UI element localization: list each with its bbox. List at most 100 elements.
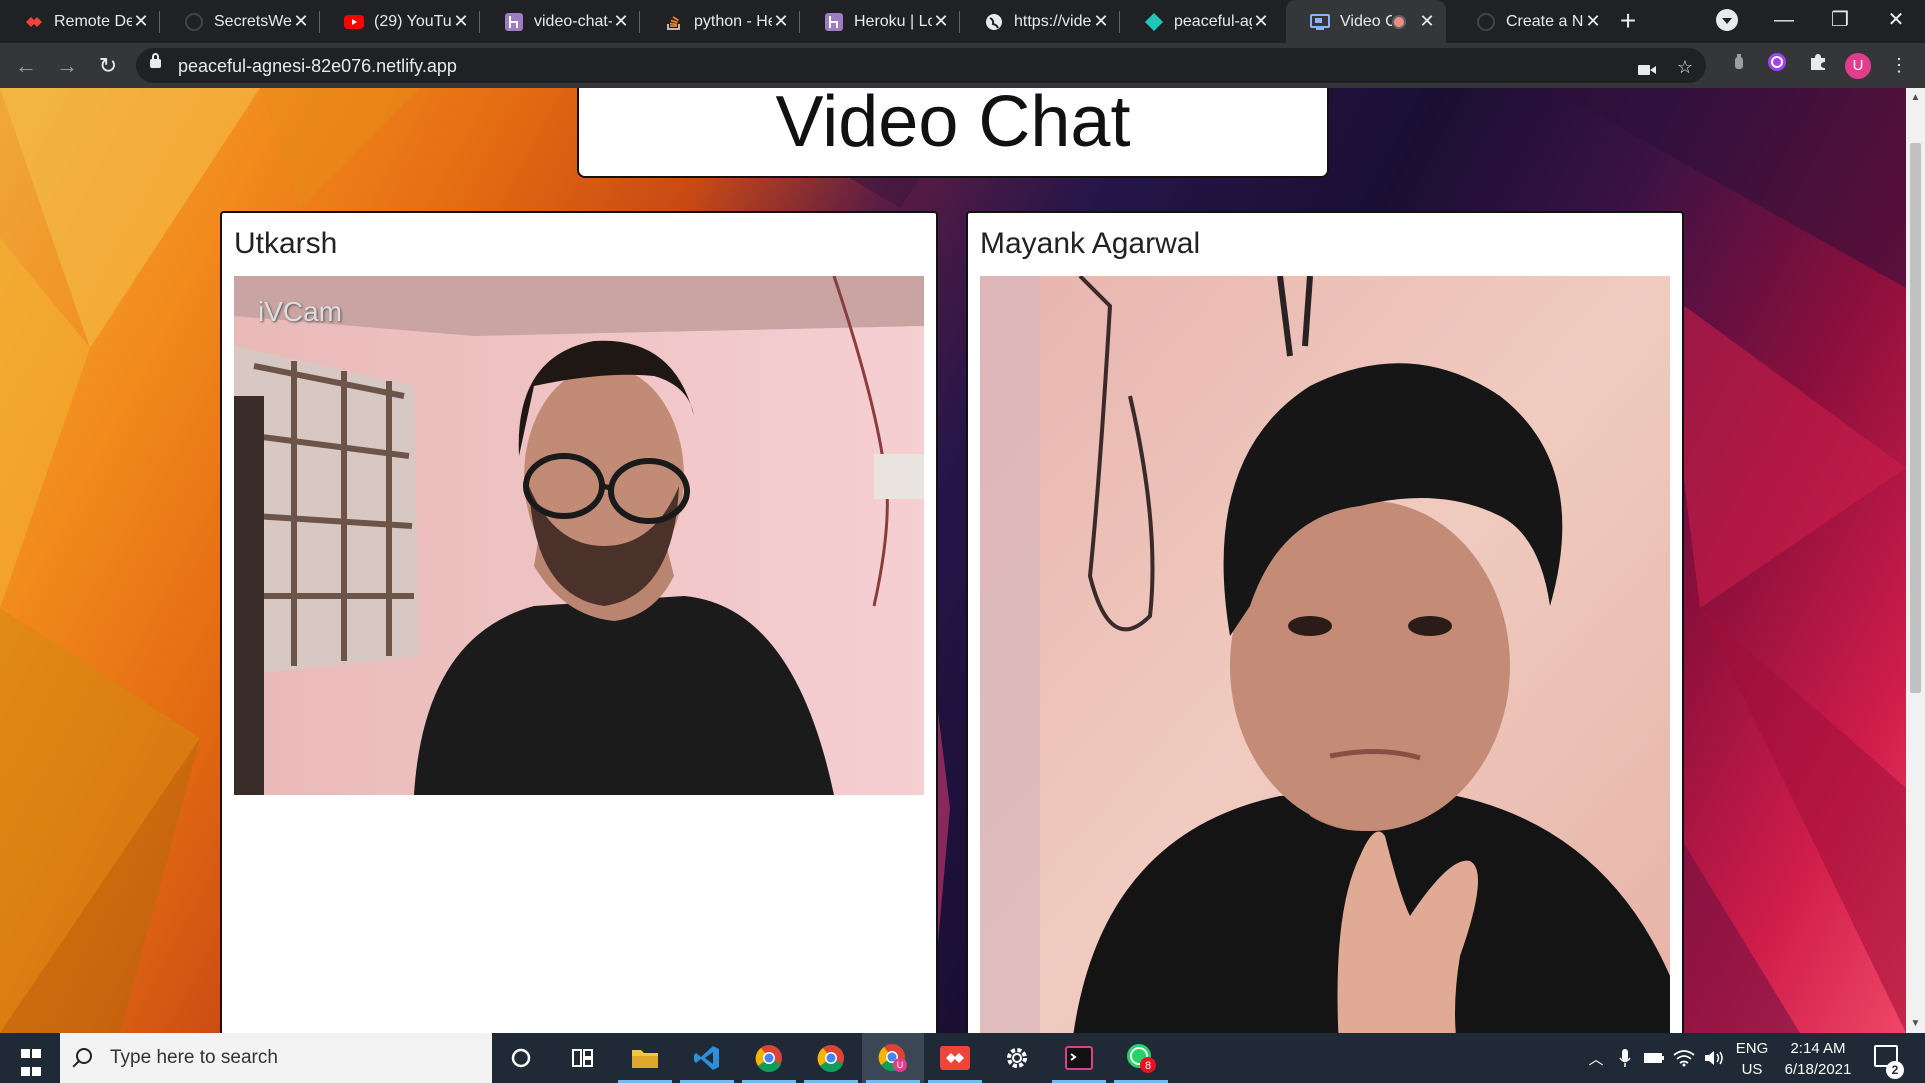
tab-netlify[interactable]: peaceful-ag ✕	[1120, 0, 1280, 43]
address-bar[interactable]: peaceful-agnesi-82e076.netlify.app ☆	[136, 48, 1706, 83]
github-icon	[184, 12, 204, 32]
globe-icon	[984, 12, 1004, 32]
close-icon[interactable]: ✕	[452, 11, 470, 32]
tab-label: https://vide	[1014, 12, 1092, 30]
close-icon[interactable]: ✕	[612, 11, 630, 32]
close-icon[interactable]: ✕	[292, 11, 310, 32]
tab-video-chat-heroku[interactable]: video-chat- ✕	[480, 0, 640, 43]
wifi-icon[interactable]	[1670, 1033, 1698, 1083]
close-icon[interactable]: ✕	[132, 11, 150, 32]
heroku-icon	[824, 12, 844, 32]
forward-icon[interactable]: →	[51, 50, 83, 82]
tab-label: Remote Des	[54, 12, 132, 30]
tab-search-icon[interactable]	[1716, 9, 1738, 31]
whatsapp-icon[interactable]: 8	[1110, 1033, 1172, 1083]
tab-video-chat-active[interactable]: Video C ✕	[1286, 0, 1446, 43]
tab-label: python - He	[694, 12, 772, 30]
scrollbar-thumb[interactable]	[1910, 143, 1921, 693]
region-code: US	[1741, 1061, 1763, 1078]
input-language-indicator[interactable]: ENG US	[1730, 1038, 1774, 1080]
window-close-icon[interactable]: ✕	[1868, 0, 1924, 40]
taskbar-search-box[interactable]: Type here to search	[60, 1033, 492, 1083]
participant-name: Utkarsh	[234, 227, 338, 260]
youtube-icon	[344, 12, 364, 32]
url-text[interactable]: peaceful-agnesi-82e076.netlify.app	[178, 56, 457, 77]
browser-tab-strip: Remote Des ✕ SecretsWeb ✕ (29) YouTub ✕ …	[0, 0, 1925, 43]
page-scrollbar[interactable]: ▲ ▼	[1906, 88, 1925, 1033]
heroku-icon	[504, 12, 524, 32]
settings-icon[interactable]	[986, 1033, 1048, 1083]
browser-toolbar: ← → ↻ peaceful-agnesi-82e076.netlify.app…	[0, 43, 1925, 88]
windows-start-icon[interactable]	[0, 1033, 60, 1083]
video-watermark: iVCam	[258, 296, 343, 327]
video-feed[interactable]	[980, 276, 1670, 1033]
system-clock[interactable]: 2:14 AM 6/18/2021	[1772, 1038, 1864, 1080]
vscode-icon[interactable]	[676, 1033, 738, 1083]
close-icon[interactable]: ✕	[1252, 11, 1270, 32]
restore-icon[interactable]: ❐	[1812, 0, 1868, 40]
volume-icon[interactable]	[1700, 1033, 1728, 1083]
windows-taskbar: Type here to search U 8 ︿ ENG US 2:14 AM…	[0, 1033, 1925, 1083]
tab-label: Video C	[1340, 12, 1392, 30]
netlify-icon	[1144, 12, 1164, 32]
terminal-icon[interactable]	[1048, 1033, 1110, 1083]
language-code: ENG	[1735, 1040, 1769, 1057]
extension-icon[interactable]	[1726, 52, 1752, 78]
close-icon[interactable]: ✕	[932, 11, 950, 32]
whatsapp-badge: 8	[1145, 1060, 1151, 1072]
bookmark-star-icon[interactable]: ☆	[1672, 54, 1698, 80]
close-icon[interactable]: ✕	[1092, 11, 1110, 32]
profile-avatar[interactable]: U	[1845, 53, 1871, 79]
video-chat-icon	[1310, 12, 1330, 32]
close-icon[interactable]: ✕	[1584, 11, 1602, 32]
tab-remote-desktop[interactable]: Remote Des ✕	[0, 0, 160, 43]
scroll-up-arrow-icon[interactable]: ▲	[1906, 92, 1925, 103]
page-title-box: Video Chat	[577, 88, 1329, 178]
extensions-puzzle-icon[interactable]	[1805, 52, 1831, 78]
menu-kebab-icon[interactable]: ⋮	[1886, 52, 1912, 78]
taskbar-search-placeholder[interactable]: Type here to search	[110, 1047, 278, 1069]
close-icon[interactable]: ✕	[1418, 11, 1436, 32]
video-frame-utkarsh	[234, 276, 924, 795]
show-hidden-icons-icon[interactable]: ︿	[1582, 1033, 1610, 1083]
recording-indicator-icon	[1392, 14, 1406, 29]
video-feed[interactable]: iVCam	[234, 276, 924, 795]
notification-count-badge: 2	[1886, 1061, 1904, 1079]
extension-icon[interactable]	[1764, 52, 1790, 78]
tab-youtube[interactable]: (29) YouTub ✕	[320, 0, 480, 43]
anydesk-icon	[24, 12, 44, 32]
github-icon	[1476, 12, 1496, 32]
chrome-profile-badge: U	[897, 1060, 904, 1070]
tab-label: Heroku | Lo	[854, 12, 932, 30]
chrome-icon[interactable]	[738, 1033, 800, 1083]
anydesk-icon[interactable]	[924, 1033, 986, 1083]
tab-python-stackoverflow[interactable]: python - He ✕	[640, 0, 800, 43]
tab-https-video[interactable]: https://vide ✕	[960, 0, 1120, 43]
tab-heroku-login[interactable]: Heroku | Lo ✕	[800, 0, 960, 43]
tab-label: peaceful-ag	[1174, 12, 1252, 30]
file-explorer-icon[interactable]	[614, 1033, 676, 1083]
scroll-down-arrow-icon[interactable]: ▼	[1906, 1018, 1925, 1029]
task-view-icon[interactable]	[552, 1033, 614, 1083]
lock-icon[interactable]	[150, 53, 161, 68]
chrome-profile-icon[interactable]: U	[862, 1033, 924, 1083]
camera-in-use-icon[interactable]	[1634, 57, 1660, 83]
new-tab-button[interactable]: +	[1612, 6, 1644, 38]
chrome-icon[interactable]	[800, 1033, 862, 1083]
participant-name: Mayank Agarwal	[980, 227, 1201, 260]
microphone-icon[interactable]	[1612, 1033, 1638, 1083]
tab-secretsweb[interactable]: SecretsWeb ✕	[160, 0, 320, 43]
tab-label: video-chat-	[534, 12, 612, 30]
cortana-icon[interactable]	[490, 1033, 552, 1083]
clock-time: 2:14 AM	[1790, 1040, 1846, 1057]
tab-label: Create a Ne	[1506, 12, 1584, 30]
tab-label: (29) YouTub	[374, 12, 452, 30]
minimize-icon[interactable]: —	[1756, 0, 1812, 40]
back-icon[interactable]: ←	[10, 50, 42, 82]
reload-icon[interactable]: ↻	[92, 50, 124, 82]
tab-create-new[interactable]: Create a Ne ✕	[1452, 0, 1612, 43]
video-frame-mayank	[980, 276, 1670, 1033]
battery-icon[interactable]	[1640, 1033, 1668, 1083]
close-icon[interactable]: ✕	[772, 11, 790, 32]
search-icon	[76, 1048, 92, 1064]
